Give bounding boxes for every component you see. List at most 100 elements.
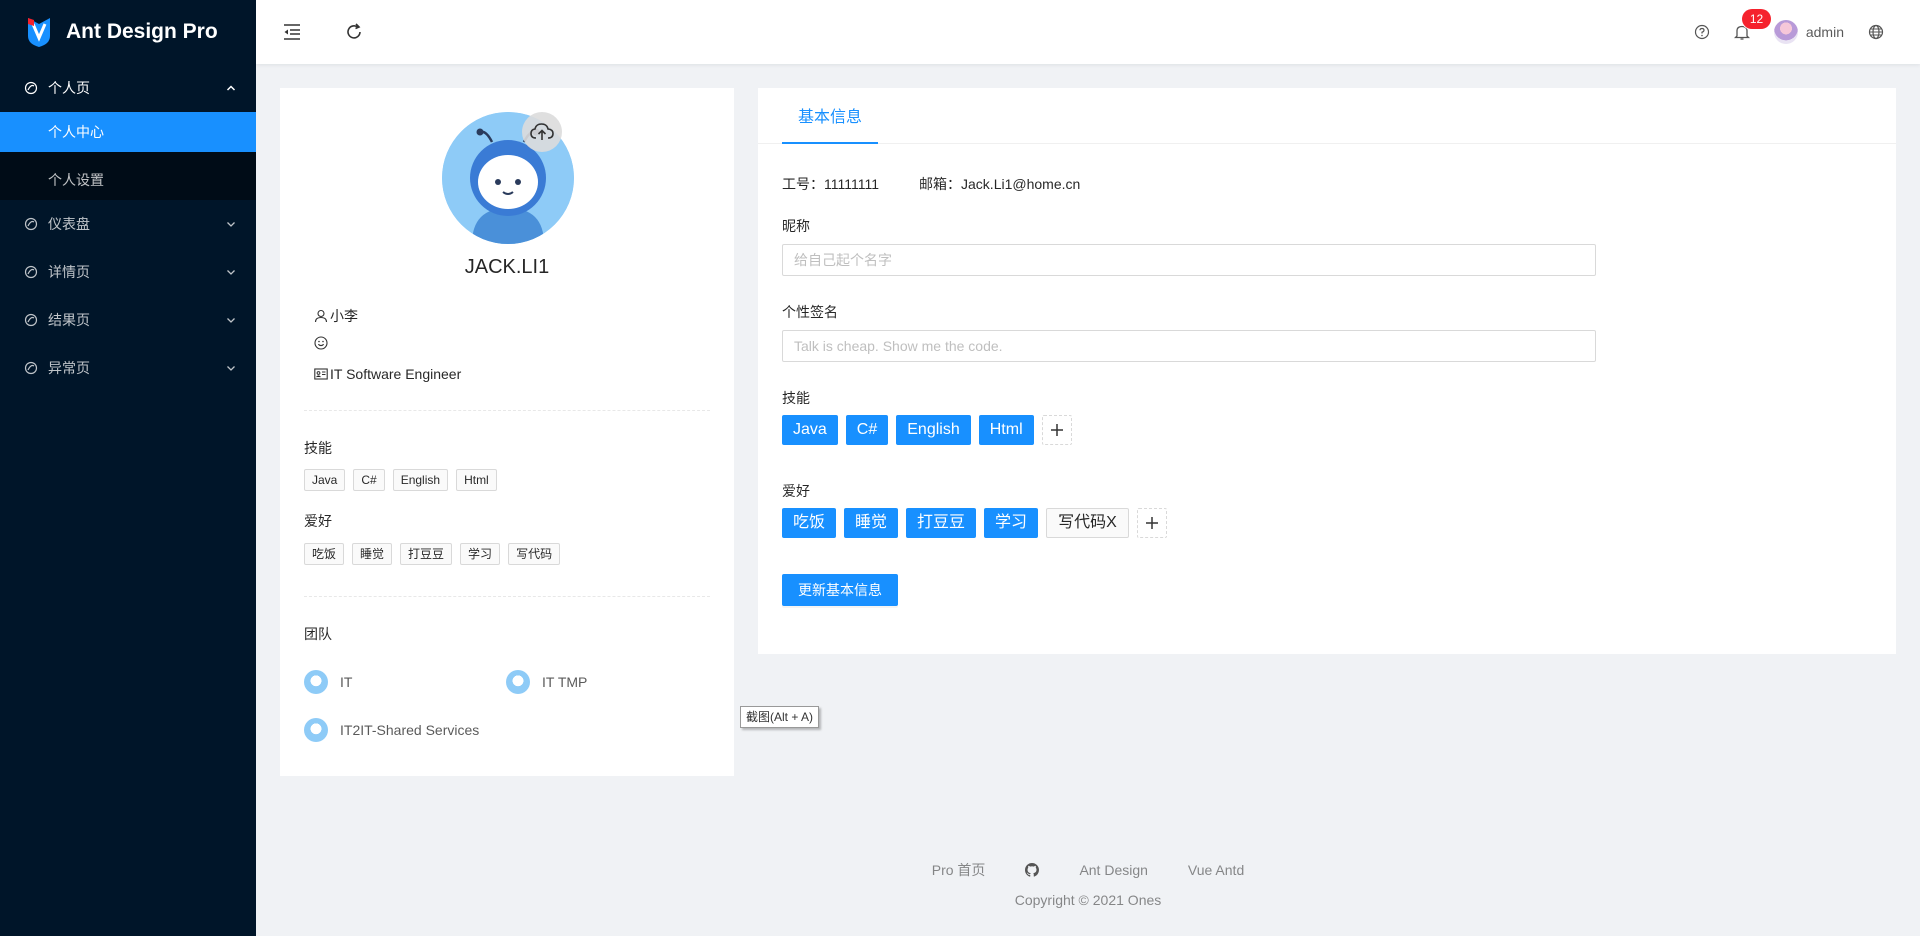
smile-icon <box>314 336 328 350</box>
sidebar-item-dashboard[interactable]: 仪表盘 <box>0 200 256 248</box>
app-title: Ant Design Pro <box>66 20 218 43</box>
tabs-bar: 基本信息 <box>758 88 1896 144</box>
basic-info-card: 基本信息 工号：11111111 邮箱：Jack.Li1@home.cn 昵称 … <box>758 88 1896 654</box>
job-title-text: IT Software Engineer <box>330 366 462 382</box>
sidebar-item-personal[interactable]: 个人页 <box>0 64 256 112</box>
footer-link-ant-design[interactable]: Ant Design <box>1079 860 1147 880</box>
sidebar-item-result[interactable]: 结果页 <box>0 296 256 344</box>
sidebar: Ant Design Pro 个人页 个人中心 个人设置 仪表盘 详情页 结果页… <box>0 0 256 936</box>
profile-job-title: IT Software Engineer <box>314 366 461 382</box>
sidebar-item-label: 个人中心 <box>48 124 104 140</box>
skill-tag: C# <box>353 469 385 491</box>
copyright-prefix: Copyright <box>1014 892 1075 908</box>
menu-icon <box>24 217 38 231</box>
skill-tag: Html <box>456 469 497 491</box>
notification-count-badge: 12 <box>1741 9 1772 29</box>
user-menu[interactable]: admin <box>1762 0 1856 64</box>
chevron-up-icon <box>226 83 236 93</box>
employee-id: 工号：11111111 <box>782 176 880 192</box>
id-card-icon <box>314 368 328 380</box>
hobby-tag: 睡觉 <box>352 543 393 565</box>
update-basic-info-button[interactable]: 更新基本信息 <box>782 574 898 606</box>
sidebar-item-exception[interactable]: 异常页 <box>0 344 256 392</box>
profile-card: JACK.LI1 小李 IT Software Engineer 技能 Java… <box>280 88 734 776</box>
skill-tag[interactable]: Html <box>978 415 1034 445</box>
sidebar-item-label: 个人页 <box>48 80 90 96</box>
profile-skill-tags: Java C# English Html <box>304 469 497 491</box>
tab-basic-info[interactable]: 基本信息 <box>782 88 879 144</box>
team-title: 团队 <box>304 626 332 642</box>
nickname-label: 昵称 <box>782 218 810 234</box>
add-skill-button[interactable] <box>1041 415 1072 445</box>
skill-tag: Java <box>304 469 346 491</box>
reload-icon[interactable] <box>342 20 366 44</box>
divider <box>304 410 710 411</box>
chevron-down-icon <box>226 267 236 277</box>
user-name: admin <box>1805 24 1844 40</box>
header: 12 admin <box>256 0 1920 64</box>
profile-nickname: 小李 <box>314 306 358 326</box>
profile-mood <box>314 336 330 350</box>
hobby-tag[interactable]: 睡觉 <box>844 508 899 538</box>
hobby-tag[interactable]: 学习 <box>984 508 1039 538</box>
user-icon <box>314 309 328 323</box>
copyright-suffix: 2021 Ones <box>1092 892 1162 908</box>
team-name: IT TMP <box>542 674 588 690</box>
chevron-down-icon <box>226 363 236 373</box>
team-item-it2it[interactable]: IT2IT-Shared Services <box>304 718 479 742</box>
upload-avatar-button[interactable] <box>522 112 562 152</box>
hobby-tags: 吃饭 睡觉 打豆豆 学习 写代码X <box>782 508 1167 538</box>
footer-link-github[interactable] <box>1025 860 1040 880</box>
skill-tag[interactable]: English <box>896 415 971 445</box>
employee-email: 邮箱：Jack.Li1@home.cn <box>919 176 1081 192</box>
team-avatar <box>304 718 328 742</box>
menu-icon <box>24 361 38 375</box>
nickname-input[interactable] <box>782 244 1596 276</box>
sidebar-item-personal-center[interactable]: 个人中心 <box>0 112 256 152</box>
language-icon[interactable] <box>1856 0 1896 64</box>
avatar <box>1773 20 1798 44</box>
profile-hobby-tags: 吃饭 睡觉 打豆豆 学习 写代码 <box>304 543 561 565</box>
sidebar-item-label: 详情页 <box>48 264 90 280</box>
help-icon[interactable] <box>1682 0 1722 64</box>
signature-input[interactable] <box>782 330 1596 362</box>
hobby-tag[interactable]: 吃饭 <box>782 508 837 538</box>
cloud-upload-icon <box>530 123 554 140</box>
team-avatar <box>506 670 530 694</box>
footer-links: Pro 首页 Ant Design Vue Antd <box>256 860 1920 880</box>
github-icon <box>1025 863 1040 877</box>
notification-button[interactable]: 12 <box>1722 0 1772 64</box>
menu-fold-icon[interactable] <box>280 20 304 44</box>
hobby-tag: 打豆豆 <box>400 543 453 565</box>
hobby-tag[interactable]: 打豆豆 <box>906 508 977 538</box>
menu-icon <box>24 313 38 327</box>
nickname-text: 小李 <box>330 308 358 324</box>
team-avatar <box>304 670 328 694</box>
footer-link-pro-home[interactable]: Pro 首页 <box>932 860 986 880</box>
divider <box>304 596 710 597</box>
team-item-it-tmp[interactable]: IT TMP <box>506 670 587 694</box>
profile-name: JACK.LI1 <box>464 256 550 278</box>
logo[interactable]: Ant Design Pro <box>0 0 256 64</box>
employee-info: 工号：11111111 邮箱：Jack.Li1@home.cn <box>782 174 1080 194</box>
sidebar-item-detail[interactable]: 详情页 <box>0 248 256 296</box>
sidebar-item-label: 结果页 <box>48 312 90 328</box>
hobby-tag: 吃饭 <box>304 543 345 565</box>
chevron-down-icon <box>226 219 236 229</box>
team-name: IT <box>340 674 353 690</box>
sidebar-item-label: 异常页 <box>48 360 90 376</box>
team-item-it[interactable]: IT <box>304 670 352 694</box>
menu-icon <box>24 265 38 279</box>
screenshot-tooltip: 截图(Alt + A) <box>740 706 820 728</box>
add-hobby-button[interactable] <box>1136 508 1167 538</box>
hobby-tag-editing[interactable]: 写代码X <box>1046 508 1129 538</box>
footer-link-vue-antd[interactable]: Vue Antd <box>1188 860 1244 880</box>
skills-label: 技能 <box>782 390 810 406</box>
hobby-tag: 学习 <box>460 543 501 565</box>
skill-tag[interactable]: Java <box>782 415 838 445</box>
logo-icon <box>28 18 50 47</box>
skill-tag[interactable]: C# <box>845 415 889 445</box>
skills-title: 技能 <box>304 440 332 456</box>
sidebar-item-personal-settings[interactable]: 个人设置 <box>0 160 256 200</box>
team-name: IT2IT-Shared Services <box>340 722 480 738</box>
